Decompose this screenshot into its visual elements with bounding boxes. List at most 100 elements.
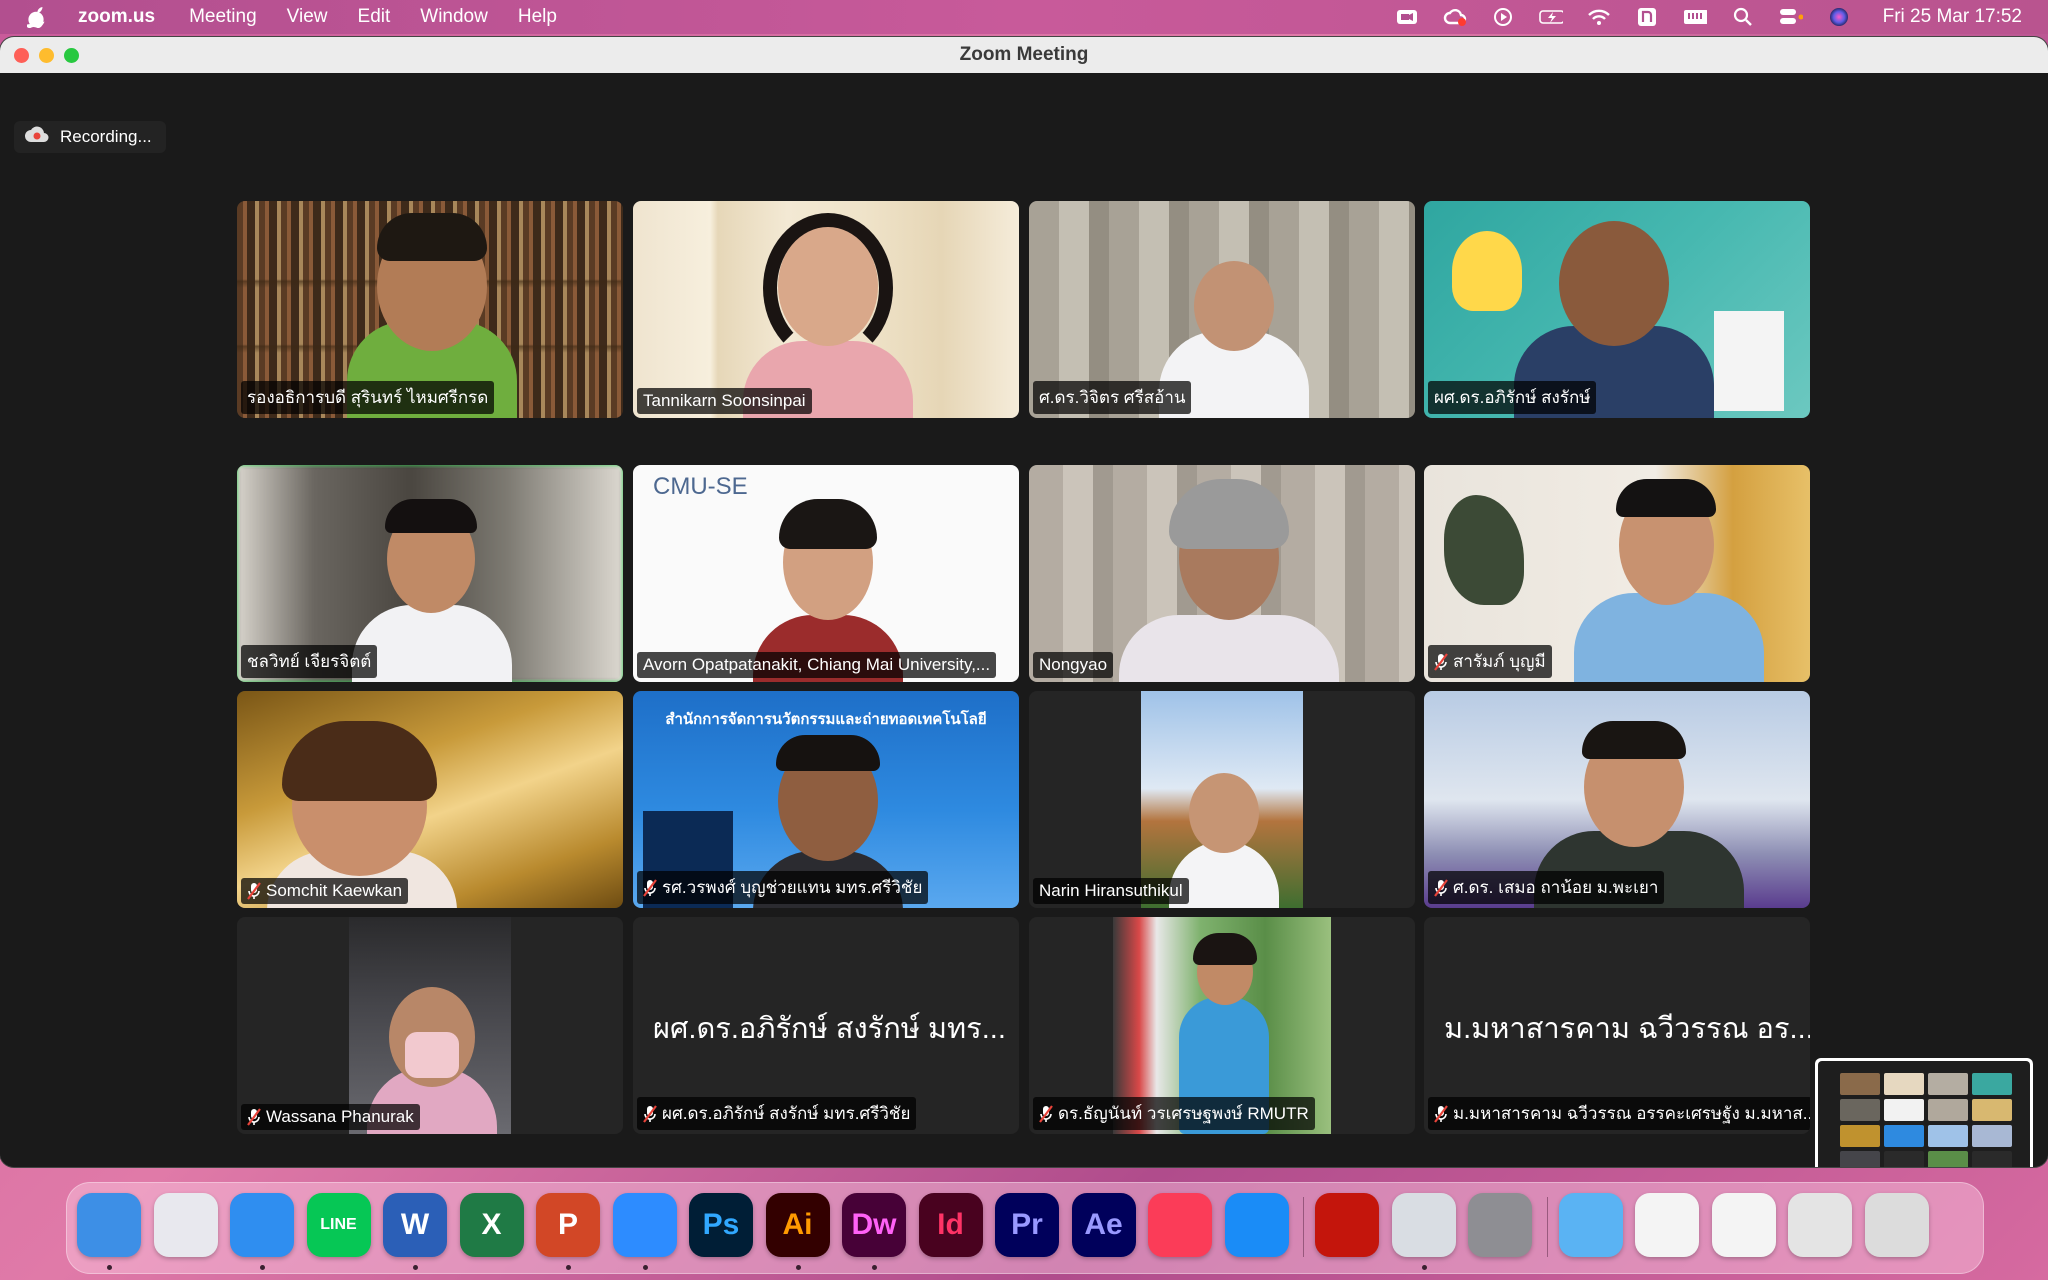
dock-music-icon[interactable] bbox=[1148, 1193, 1212, 1257]
dock-excel-icon[interactable]: X bbox=[459, 1193, 524, 1257]
participant-name: ม.มหาสารคาม ฉวีวรรณ อรรคะเศรษฐัง ม.มหาส.… bbox=[1453, 1104, 1810, 1123]
apple-icon[interactable] bbox=[26, 5, 48, 29]
dock-icon-label: P bbox=[557, 1208, 578, 1241]
dock-running-indicator bbox=[260, 1265, 265, 1270]
video-tile[interactable]: CMU-SE Avorn Opatpatanakit, Chiang Mai U… bbox=[633, 465, 1019, 682]
dock-zoom-icon[interactable] bbox=[612, 1193, 677, 1257]
menu-meeting[interactable]: Meeting bbox=[189, 6, 257, 28]
participant-nameplate: ม.มหาสารคาม ฉวีวรรณ อรรคะเศรษฐัง ม.มหาส.… bbox=[1428, 1097, 1810, 1130]
video-tile[interactable]: Nongyao bbox=[1029, 465, 1415, 682]
participant-nameplate: Narin Hiransuthikul bbox=[1033, 878, 1189, 904]
recording-label: Recording... bbox=[60, 127, 152, 146]
participant-name: Somchit Kaewkan bbox=[266, 881, 403, 900]
participant-name: ศ.ดร. เสมอ ถาน้อย ม.พะเยา bbox=[1453, 878, 1659, 897]
participant-nameplate: ชลวิทย์ เจียรจิตต์ bbox=[241, 645, 378, 678]
dock-finder-icon[interactable] bbox=[77, 1193, 141, 1257]
cloud-recording-icon bbox=[24, 126, 50, 149]
battery-charging-icon[interactable] bbox=[1538, 7, 1563, 27]
self-view-thumbnail[interactable] bbox=[1815, 1058, 2033, 1167]
dock-line-icon[interactable]: LINE bbox=[306, 1193, 371, 1257]
dock-word-icon[interactable]: W bbox=[383, 1193, 447, 1257]
video-tile[interactable]: Tannikarn Soonsinpai bbox=[633, 201, 1019, 418]
video-tile[interactable]: สำนักการจัดการนวัตกรรมและถ่ายทอดเทคโนโลย… bbox=[633, 691, 1019, 908]
spotlight-search-icon[interactable] bbox=[1731, 7, 1755, 27]
close-window-button[interactable] bbox=[14, 48, 29, 63]
video-tile-active-speaker[interactable]: ชลวิทย์ เจียรจิตต์ bbox=[237, 465, 623, 682]
window-titlebar[interactable]: Zoom Meeting bbox=[0, 37, 2048, 74]
dock-running-indicator bbox=[107, 1265, 112, 1270]
dock-preview-icon[interactable] bbox=[1391, 1193, 1456, 1257]
menu-help[interactable]: Help bbox=[518, 6, 557, 28]
dock-photoshop-icon[interactable]: Ps bbox=[689, 1193, 753, 1257]
dock-document-thumb-3-icon[interactable] bbox=[1788, 1193, 1852, 1257]
participant-nameplate: Wassana Phanurak bbox=[241, 1104, 420, 1130]
video-tile[interactable]: ผศ.ดร.อภิรักษ์ สงรักษ์ bbox=[1424, 201, 1810, 418]
muted-microphone-icon bbox=[643, 878, 657, 897]
video-tile-no-video[interactable]: ผศ.ดร.อภิรักษ์ สงรักษ์ มทร... ผศ.ดร.อภิร… bbox=[633, 917, 1019, 1134]
participant-display-name: ผศ.ดร.อภิรักษ์ สงรักษ์ มทร... bbox=[653, 1013, 1006, 1045]
participant-name: รศ.วรพงศ์ บุญช่วยแทน มทร.ศรีวิชัย bbox=[662, 878, 923, 897]
dock-separator bbox=[1303, 1197, 1304, 1257]
menu-window[interactable]: Window bbox=[420, 6, 488, 28]
menu-edit[interactable]: Edit bbox=[358, 6, 391, 28]
dock-dreamweaver-icon[interactable]: Dw bbox=[842, 1193, 906, 1257]
fullscreen-window-button[interactable] bbox=[64, 48, 79, 63]
recording-indicator[interactable]: Recording... bbox=[14, 121, 166, 153]
dock-powerpoint-icon[interactable]: P bbox=[536, 1193, 600, 1257]
dock-after-effects-icon[interactable]: Ae bbox=[1071, 1193, 1136, 1257]
dock-launchpad-icon[interactable] bbox=[153, 1193, 218, 1257]
creative-cloud-icon[interactable] bbox=[1443, 7, 1467, 27]
minimize-window-button[interactable] bbox=[39, 48, 54, 63]
participant-nameplate: Avorn Opatpatanakit, Chiang Mai Universi… bbox=[637, 652, 997, 678]
menu-view[interactable]: View bbox=[287, 6, 328, 28]
dock-document-thumb-1-icon[interactable] bbox=[1635, 1193, 1699, 1257]
video-tile[interactable]: Narin Hiransuthikul bbox=[1029, 691, 1415, 908]
dock-icon-label: LINE bbox=[320, 1216, 357, 1233]
dock-acrobat-icon[interactable] bbox=[1315, 1193, 1379, 1257]
menu-clock[interactable]: Fri 25 Mar 17:52 bbox=[1883, 6, 2022, 28]
participant-name: ชลวิทย์ เจียรจิตต์ bbox=[247, 652, 372, 671]
participant-nameplate: ศ.ดร.วิจิตร ศรีสอ้าน bbox=[1033, 381, 1192, 414]
play-circle-icon[interactable] bbox=[1491, 7, 1515, 27]
muted-microphone-icon bbox=[247, 882, 261, 900]
video-tile[interactable]: สารัมภ์ บุญมี bbox=[1424, 465, 1810, 682]
dock-safari-icon[interactable] bbox=[230, 1193, 294, 1257]
menu-bar: zoom.us Meeting View Edit Window Help Fr… bbox=[0, 0, 2048, 34]
dock-illustrator-icon[interactable]: Ai bbox=[765, 1193, 830, 1257]
muted-microphone-icon bbox=[1434, 878, 1448, 897]
dock-app-store-icon[interactable] bbox=[1224, 1193, 1289, 1257]
video-tile[interactable]: ศ.ดร. เสมอ ถาน้อย ม.พะเยา bbox=[1424, 691, 1810, 908]
dock-indesign-icon[interactable]: Id bbox=[918, 1193, 983, 1257]
video-tile[interactable]: Wassana Phanurak bbox=[237, 917, 623, 1134]
participant-name: สารัมภ์ บุญมี bbox=[1453, 652, 1546, 671]
wifi-icon[interactable] bbox=[1587, 7, 1611, 27]
background-banner-text: สำนักการจัดการนวัตกรรมและถ่ายทอดเทคโนโลย… bbox=[665, 711, 987, 728]
keyboard-icon[interactable] bbox=[1683, 7, 1707, 27]
dock-icon-label: Pr bbox=[1011, 1208, 1043, 1241]
video-tile-no-video[interactable]: ม.มหาสารคาม ฉวีวรรณ อร... ม.มหาสารคาม ฉว… bbox=[1424, 917, 1810, 1134]
video-tile[interactable]: ดร.ธัญนันท์ วรเศรษฐพงษ์ RMUTR bbox=[1029, 917, 1415, 1134]
participant-name: Narin Hiransuthikul bbox=[1039, 881, 1183, 900]
input-source-icon[interactable] bbox=[1635, 7, 1659, 27]
dock-trash-icon[interactable] bbox=[1864, 1193, 1929, 1257]
lightbulb-icon bbox=[1452, 231, 1522, 311]
participant-video bbox=[1574, 593, 1764, 682]
video-tile[interactable]: รองอธิการบดี สุรินทร์ ไหมศรีกรด bbox=[237, 201, 623, 418]
participant-video bbox=[1119, 615, 1339, 682]
dock-premiere-icon[interactable]: Pr bbox=[995, 1193, 1059, 1257]
dock-system-preferences-icon[interactable] bbox=[1468, 1193, 1532, 1257]
dock-icon-label: Dw bbox=[851, 1208, 897, 1241]
dock-running-indicator bbox=[642, 1265, 648, 1270]
menu-app-name[interactable]: zoom.us bbox=[78, 6, 155, 28]
control-center-icon[interactable] bbox=[1779, 7, 1803, 27]
participant-nameplate: Tannikarn Soonsinpai bbox=[637, 388, 812, 414]
dock-icon-label: Ps bbox=[702, 1208, 740, 1241]
video-camera-icon[interactable] bbox=[1395, 7, 1419, 27]
dock-document-thumb-2-icon[interactable] bbox=[1711, 1193, 1776, 1257]
video-tile[interactable]: ศ.ดร.วิจิตร ศรีสอ้าน bbox=[1029, 201, 1415, 418]
participant-name: รองอธิการบดี สุรินทร์ ไหมศรีกรด bbox=[247, 388, 489, 407]
video-tile[interactable]: Somchit Kaewkan bbox=[237, 691, 623, 908]
siri-icon[interactable] bbox=[1827, 7, 1851, 27]
dock-folder-icon[interactable] bbox=[1558, 1193, 1623, 1257]
self-view-video bbox=[1818, 1061, 2030, 1167]
